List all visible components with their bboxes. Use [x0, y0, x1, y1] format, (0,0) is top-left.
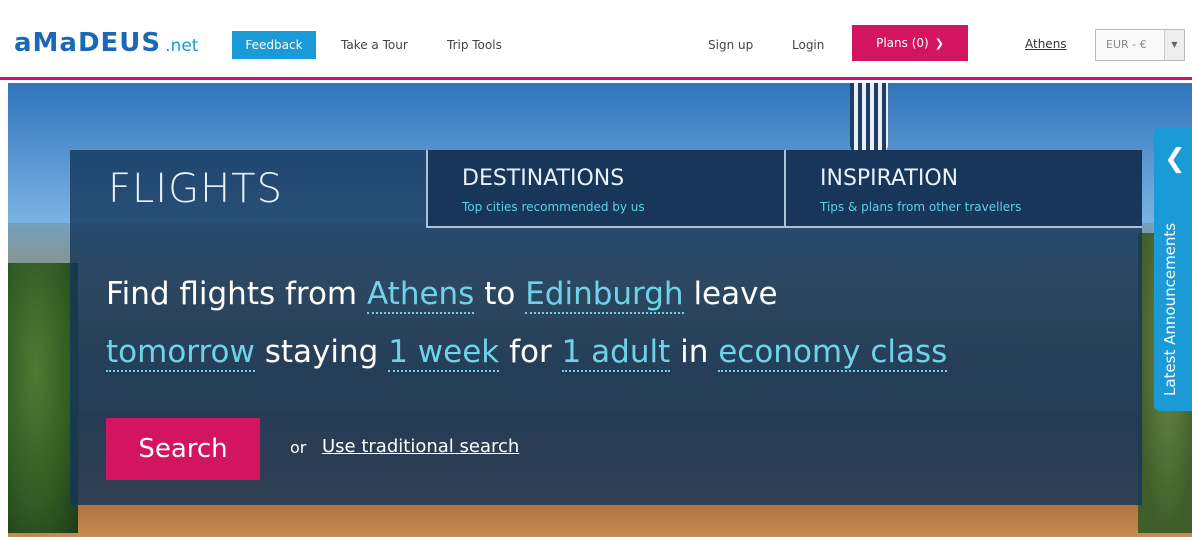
origin-selector[interactable]: Athens: [367, 276, 475, 314]
or-text: or: [290, 438, 307, 457]
departure-selector[interactable]: tomorrow: [106, 334, 255, 372]
currency-value: EUR - €: [1106, 38, 1147, 51]
tree-image-left: [8, 263, 78, 533]
hero-background: FLIGHTS DESTINATIONS Top cities recommen…: [8, 83, 1192, 537]
amadeus-logo[interactable]: aMaDEUS .net: [14, 28, 198, 58]
take-a-tour-link[interactable]: Take a Tour: [341, 38, 408, 52]
currency-select[interactable]: EUR - € ▼: [1095, 29, 1185, 61]
search-button[interactable]: Search: [106, 418, 260, 480]
tab-flights-label: FLIGHTS: [108, 166, 283, 212]
trip-tools-link[interactable]: Trip Tools: [447, 38, 502, 52]
sign-up-link[interactable]: Sign up: [708, 38, 753, 52]
top-navigation-bar: aMaDEUS .net Feedback Take a Tour Trip To…: [0, 0, 1192, 80]
feedback-button[interactable]: Feedback: [232, 31, 316, 59]
sentence-text: for: [509, 334, 552, 370]
announcements-label: Latest Announcements: [1161, 222, 1179, 396]
tab-flights[interactable]: FLIGHTS: [70, 150, 426, 228]
current-city-link[interactable]: Athens: [1025, 37, 1067, 51]
login-link[interactable]: Login: [792, 38, 824, 52]
sentence-text: leave: [693, 276, 778, 312]
sentence-text: staying: [264, 334, 379, 370]
traditional-search-link[interactable]: Use traditional search: [322, 436, 519, 457]
destination-selector[interactable]: Edinburgh: [525, 276, 684, 314]
tab-destinations[interactable]: DESTINATIONS Top cities recommended by u…: [426, 150, 784, 228]
chevron-down-icon: ❯: [934, 37, 944, 50]
tab-inspiration-title: INSPIRATION: [820, 166, 959, 191]
plans-button[interactable]: Plans (0) ❯: [852, 25, 968, 61]
tower-image: [850, 83, 888, 153]
dropdown-arrow-icon: ▼: [1164, 30, 1184, 60]
cabin-class-selector[interactable]: economy class: [718, 334, 948, 372]
tab-inspiration-subtitle: Tips & plans from other travellers: [820, 200, 1022, 214]
sentence-text: to: [484, 276, 516, 312]
search-panel: FLIGHTS DESTINATIONS Top cities recommen…: [70, 150, 1142, 505]
logo-main-text: aMaDEUS: [14, 28, 162, 58]
travellers-selector[interactable]: 1 adult: [561, 334, 671, 372]
logo-suffix-text: .net: [165, 36, 199, 56]
plans-label: Plans (0): [876, 36, 929, 50]
natural-language-search: Find flights from Athens to Edinburgh le…: [106, 265, 1106, 381]
sentence-text: Find flights from: [106, 276, 358, 312]
tab-destinations-subtitle: Top cities recommended by us: [462, 200, 645, 214]
latest-announcements-tab[interactable]: ❮ Latest Announcements: [1154, 128, 1192, 411]
duration-selector[interactable]: 1 week: [388, 334, 500, 372]
chevron-left-icon: ❮: [1164, 144, 1186, 174]
tab-destinations-title: DESTINATIONS: [462, 166, 625, 191]
sentence-text: in: [680, 334, 709, 370]
tab-inspiration[interactable]: INSPIRATION Tips & plans from other trav…: [784, 150, 1142, 228]
